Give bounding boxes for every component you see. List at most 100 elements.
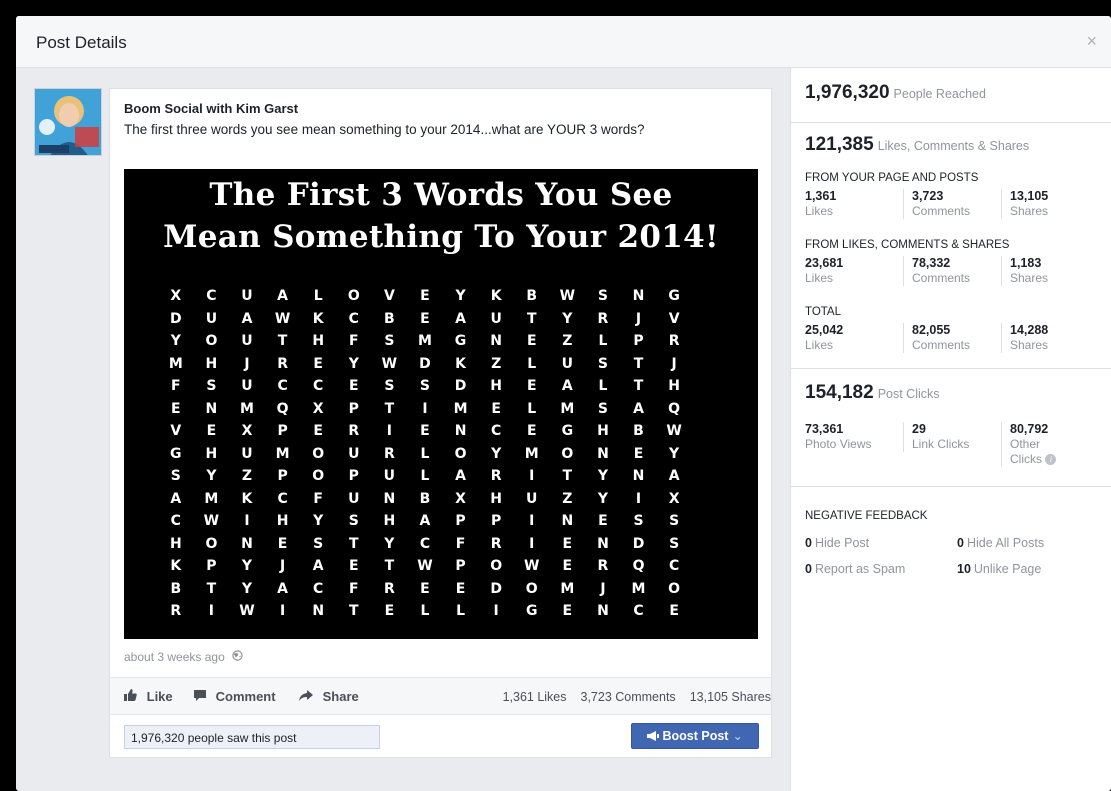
- dialog-title: Post Details: [36, 33, 127, 52]
- total-likes: 25,042 Likes: [805, 323, 844, 352]
- grid-letter: E: [348, 378, 359, 394]
- grid-letter: P: [206, 558, 217, 574]
- post-text: The first three words you see mean somet…: [124, 122, 645, 137]
- dialog-header: Post Details ×: [16, 16, 1111, 68]
- grid-letter: Z: [562, 490, 573, 507]
- grid-letter: E: [455, 580, 466, 597]
- grid-letter: S: [597, 288, 608, 304]
- grid-letter: G: [561, 423, 574, 439]
- grid-letter: Z: [241, 468, 253, 484]
- grid-letter: N: [490, 333, 502, 349]
- grid-letter: E: [562, 558, 573, 574]
- grid-letter: U: [383, 468, 396, 484]
- thumbs-up-icon: [124, 689, 141, 704]
- grid-letter: R: [490, 535, 502, 552]
- grid-letter: U: [241, 288, 253, 304]
- negative-feedback-label: NEGATIVE FEEDBACK: [805, 510, 928, 522]
- grid-letter: L: [527, 400, 537, 417]
- grid-letter: L: [313, 288, 323, 304]
- grid-letter: B: [419, 490, 431, 507]
- grid-letter: R: [597, 310, 609, 327]
- comments-count[interactable]: 3,723 Comments: [581, 690, 676, 704]
- grid-letter: X: [668, 490, 680, 507]
- grid-letter: E: [420, 580, 430, 597]
- grid-letter: R: [490, 468, 502, 484]
- grid-letter: W: [417, 558, 433, 574]
- grid-letter: V: [383, 288, 395, 304]
- grid-letter: M: [560, 580, 575, 597]
- grid-letter: Y: [597, 468, 608, 484]
- total-shares: 14,288 Shares: [1001, 323, 1097, 353]
- grid-letter: A: [455, 468, 466, 484]
- grid-letter: R: [383, 445, 395, 462]
- grid-letter: N: [561, 513, 574, 529]
- grid-letter: Y: [313, 513, 324, 529]
- grid-letter: B: [526, 288, 538, 304]
- grid-letter: C: [313, 580, 324, 597]
- grid-letter: S: [206, 378, 217, 394]
- chevron-down-icon: ⌄: [732, 729, 743, 743]
- grid-letter: H: [169, 535, 182, 552]
- post-timestamp[interactable]: about 3 weeks ago: [124, 650, 243, 664]
- grid-letter: R: [277, 355, 288, 372]
- grid-letter: S: [384, 378, 395, 394]
- share-button[interactable]: Share: [299, 689, 359, 704]
- grid-letter: M: [524, 445, 539, 462]
- grid-letter: E: [348, 558, 359, 574]
- shares-count[interactable]: 13,105 Shares: [690, 690, 771, 704]
- people-saw-post: 1,976,320 people saw this post: [124, 725, 380, 749]
- from-lcs-shares: 1,183 Shares: [1001, 256, 1097, 286]
- grid-letter: X: [455, 490, 466, 507]
- grid-letter: A: [277, 580, 288, 597]
- from-lcs-likes: 23,681 Likes: [805, 256, 844, 285]
- from-page-likes: 1,361 Likes: [805, 189, 837, 218]
- post-image[interactable]: The First 3 Words You See Mean Something…: [124, 169, 758, 639]
- grid-letter: T: [348, 603, 359, 619]
- grid-letter: W: [239, 603, 255, 619]
- grid-letter: Y: [597, 490, 608, 507]
- grid-letter: H: [668, 378, 680, 394]
- grid-letter: U: [561, 355, 574, 372]
- grid-letter: I: [208, 603, 214, 619]
- grid-letter: Y: [170, 333, 181, 349]
- grid-letter: B: [170, 580, 182, 597]
- grid-letter: L: [420, 603, 430, 619]
- grid-letter: X: [312, 400, 324, 417]
- grid-letter: N: [312, 603, 325, 619]
- grid-letter: U: [241, 333, 253, 349]
- action-bar: Like Comment Share 1,361 Likes 3,723 Comm…: [110, 677, 771, 715]
- grid-letter: Y: [384, 535, 395, 552]
- grid-letter: C: [313, 378, 324, 394]
- like-button[interactable]: Like: [124, 689, 173, 704]
- grid-letter: P: [491, 513, 502, 529]
- grid-letter: Y: [206, 468, 217, 484]
- likes-count[interactable]: 1,361 Likes: [503, 690, 567, 704]
- close-icon[interactable]: ×: [1086, 32, 1097, 50]
- boost-post-label: Boost Post: [662, 729, 729, 743]
- page-avatar[interactable]: [34, 88, 102, 156]
- grid-letter: D: [632, 535, 645, 552]
- grid-letter: E: [313, 423, 323, 439]
- grid-letter: K: [312, 310, 324, 327]
- grid-letter: P: [455, 558, 466, 574]
- grid-letter: B: [384, 310, 395, 327]
- grid-letter: N: [632, 468, 645, 484]
- engagement-label: Likes, Comments & Shares: [877, 139, 1030, 153]
- info-icon[interactable]: i: [1045, 454, 1057, 466]
- comment-button[interactable]: Comment: [194, 689, 276, 704]
- grid-letter: A: [241, 310, 253, 327]
- grid-letter: C: [277, 378, 288, 394]
- grid-letter: C: [348, 310, 359, 327]
- boost-post-button[interactable]: Boost Post ⌄: [631, 723, 759, 749]
- grid-letter: N: [597, 445, 609, 462]
- grid-letter: Q: [668, 400, 681, 417]
- grid-letter: I: [279, 603, 286, 619]
- grid-letter: C: [277, 490, 288, 507]
- grid-letter: E: [562, 535, 573, 552]
- grid-letter: I: [386, 423, 392, 439]
- grid-letter: M: [417, 333, 432, 349]
- grid-letter: B: [633, 423, 644, 439]
- grid-letter: K: [170, 558, 182, 574]
- grid-letter: V: [668, 310, 680, 327]
- page-name-link[interactable]: Boom Social with Kim Garst: [124, 101, 298, 116]
